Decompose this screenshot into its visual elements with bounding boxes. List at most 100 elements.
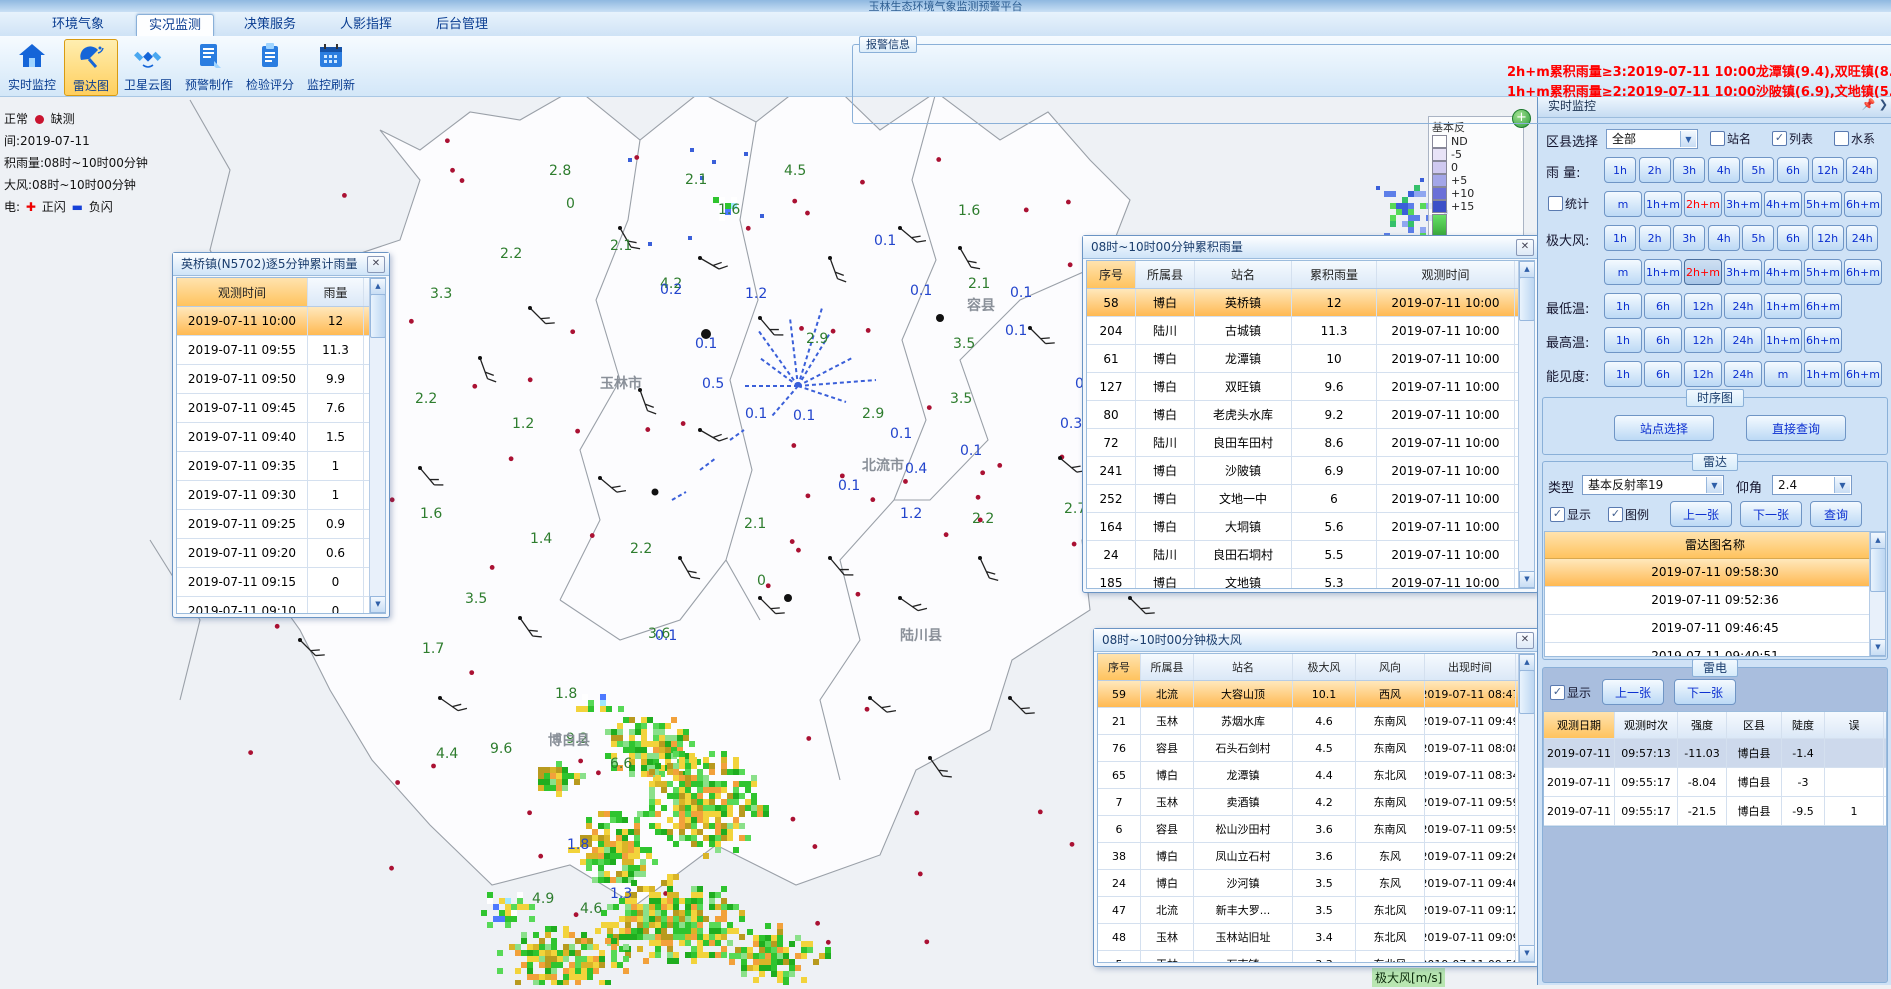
- radar-list-item[interactable]: 2019-07-11 09:40:51: [1545, 643, 1885, 657]
- sidebar-button-2h+m[interactable]: 2h+m: [1684, 259, 1722, 285]
- close-icon[interactable]: ✕: [1516, 632, 1534, 649]
- scroll-down-icon[interactable]: ▼: [1519, 571, 1535, 588]
- table-row[interactable]: 47北流新丰大罗...3.5东北风2019-07-11 09:12: [1098, 897, 1534, 924]
- toolbar-button-预警制作[interactable]: 预警制作: [180, 39, 238, 94]
- checkbox-站名[interactable]: [1710, 131, 1725, 146]
- sidebar-button-12h[interactable]: 12h: [1684, 361, 1722, 387]
- sidebar-button-6h+m[interactable]: 6h+m: [1844, 191, 1882, 217]
- table-scrollbar[interactable]: ▲▼: [369, 278, 385, 613]
- scroll-down-icon[interactable]: ▼: [370, 596, 386, 613]
- sidebar-button-24h[interactable]: 24h: [1846, 157, 1878, 183]
- table-row[interactable]: 38博白凤山立石村3.6东风2019-07-11 09:26: [1098, 843, 1534, 870]
- close-icon[interactable]: ✕: [367, 256, 385, 273]
- sidebar-button-6h+m[interactable]: 6h+m: [1804, 293, 1842, 319]
- toolbar-button-雷达图[interactable]: 雷达图: [64, 39, 118, 96]
- table-scrollbar[interactable]: ▲▼: [1518, 654, 1534, 962]
- scroll-thumb[interactable]: [1870, 548, 1886, 592]
- sidebar-button-1h[interactable]: 1h: [1604, 157, 1636, 183]
- radar-elevation-select[interactable]: 2.4▼: [1772, 475, 1852, 495]
- table-row[interactable]: 65博白龙潭镇4.4东北风2019-07-11 08:34: [1098, 762, 1534, 789]
- table-row[interactable]: 72陆川良田车田村8.62019-07-11 10:00: [1087, 429, 1534, 457]
- table-row[interactable]: 252博白文地一中62019-07-11 10:00: [1087, 485, 1534, 513]
- sidebar-button-2h[interactable]: 2h: [1639, 225, 1671, 251]
- sidebar-button-3h+m[interactable]: 3h+m: [1724, 259, 1762, 285]
- table-row[interactable]: 6容县松山沙田村3.6东南风2019-07-11 09:59: [1098, 816, 1534, 843]
- table-row[interactable]: 127博白双旺镇9.62019-07-11 10:00: [1087, 373, 1534, 401]
- sidebar-button-12h[interactable]: 12h: [1812, 225, 1844, 251]
- sidebar-button-12h[interactable]: 12h: [1684, 293, 1722, 319]
- table-row[interactable]: 241博白沙陂镇6.92019-07-11 10:00: [1087, 457, 1534, 485]
- sidebar-button-1h+m[interactable]: 1h+m: [1644, 259, 1682, 285]
- toolbar-button-卫星云图[interactable]: 卫星云图: [119, 39, 177, 94]
- scroll-thumb[interactable]: [1519, 277, 1535, 321]
- checkbox-列表[interactable]: ✓: [1772, 131, 1787, 146]
- chevron-down-icon[interactable]: ▼: [1834, 477, 1850, 493]
- scroll-up-icon[interactable]: ▲: [370, 278, 386, 295]
- lightning-next-button[interactable]: 下一张: [1674, 679, 1736, 705]
- checkbox-show-legend[interactable]: ✓: [1608, 507, 1623, 522]
- sidebar-button-m[interactable]: m: [1604, 259, 1642, 285]
- district-select[interactable]: 全部▼: [1606, 129, 1698, 149]
- table-row[interactable]: 2019-07-11 09:509.9: [177, 365, 385, 394]
- scroll-thumb[interactable]: [370, 294, 386, 338]
- scroll-up-icon[interactable]: ▲: [1519, 654, 1535, 671]
- sidebar-button-1h[interactable]: 1h: [1604, 293, 1642, 319]
- sidebar-button-5h+m[interactable]: 5h+m: [1804, 191, 1842, 217]
- table-row[interactable]: 58博白英桥镇122019-07-11 10:00: [1087, 289, 1534, 317]
- lightning-row[interactable]: 2019-07-1109:55:17-21.5博白县-9.51: [1544, 797, 1886, 826]
- toolbar-button-检验评分[interactable]: 检验评分: [241, 39, 299, 94]
- sidebar-button-12h[interactable]: 12h: [1684, 327, 1722, 353]
- table-row[interactable]: 61博白龙潭镇102019-07-11 10:00: [1087, 345, 1534, 373]
- sidebar-button-6h+m[interactable]: 6h+m: [1844, 361, 1882, 387]
- table-row[interactable]: 2019-07-11 09:200.6: [177, 539, 385, 568]
- sidebar-button-4h[interactable]: 4h: [1708, 225, 1740, 251]
- sidebar-button-6h[interactable]: 6h: [1777, 157, 1809, 183]
- sidebar-button-6h[interactable]: 6h: [1777, 225, 1809, 251]
- sidebar-button-24h[interactable]: 24h: [1724, 361, 1762, 387]
- sidebar-button-24h[interactable]: 24h: [1724, 327, 1762, 353]
- sidebar-button-6h[interactable]: 6h: [1644, 293, 1682, 319]
- sidebar-button-3h[interactable]: 3h: [1673, 225, 1705, 251]
- sidebar-button-5h+m[interactable]: 5h+m: [1804, 259, 1842, 285]
- table-row[interactable]: 2019-07-11 09:250.9: [177, 510, 385, 539]
- checkbox-show-lightning[interactable]: ✓: [1550, 685, 1565, 700]
- sidebar-button-3h[interactable]: 3h: [1673, 157, 1705, 183]
- lightning-prev-button[interactable]: 上一张: [1602, 679, 1664, 705]
- chevron-down-icon[interactable]: ▼: [1680, 131, 1696, 147]
- table-row[interactable]: 185博白文地镇5.32019-07-11 10:00: [1087, 569, 1534, 589]
- table-row[interactable]: 24博白沙河镇3.5东风2019-07-11 09:46: [1098, 870, 1534, 897]
- scroll-down-icon[interactable]: ▼: [1519, 945, 1535, 962]
- lightning-row[interactable]: 2019-07-1109:57:13-11.03博白县-1.4: [1544, 739, 1886, 768]
- table-row[interactable]: 2019-07-11 09:150: [177, 568, 385, 597]
- sidebar-button-1h+m[interactable]: 1h+m: [1644, 191, 1682, 217]
- sidebar-button-12h[interactable]: 12h: [1812, 157, 1844, 183]
- sidebar-button-6h[interactable]: 6h: [1644, 327, 1682, 353]
- radar-type-select[interactable]: 基本反射率19▼: [1582, 475, 1724, 495]
- radar-list-scrollbar[interactable]: ▲▼: [1869, 532, 1885, 656]
- table-row[interactable]: 76容县石头石剑村4.5东南风2019-07-11 08:08: [1098, 735, 1534, 762]
- sidebar-button-1h+m[interactable]: 1h+m: [1804, 361, 1842, 387]
- table-row[interactable]: 24陆川良田石垌村5.52019-07-11 10:00: [1087, 541, 1534, 569]
- table-row[interactable]: 2019-07-11 10:0012: [177, 307, 385, 336]
- table-row[interactable]: 2019-07-11 09:401.5: [177, 423, 385, 452]
- menu-tab-后台管理[interactable]: 后台管理: [424, 14, 500, 35]
- radar-prev-button[interactable]: 上一张: [1670, 501, 1732, 527]
- table-row[interactable]: 2019-07-11 09:301: [177, 481, 385, 510]
- table-scrollbar[interactable]: ▲▼: [1518, 261, 1534, 588]
- table-row[interactable]: 204陆川古城镇11.32019-07-11 10:00: [1087, 317, 1534, 345]
- table-row[interactable]: 59北流大容山顶10.1西风2019-07-11 08:47: [1098, 681, 1534, 708]
- sidebar-button-1h[interactable]: 1h: [1604, 327, 1642, 353]
- table-row[interactable]: 2019-07-11 09:457.6: [177, 394, 385, 423]
- table-row[interactable]: 164博白大垌镇5.62019-07-11 10:00: [1087, 513, 1534, 541]
- table-row[interactable]: 21玉林苏烟水库4.6东南风2019-07-11 09:49: [1098, 708, 1534, 735]
- chevron-down-icon[interactable]: ▼: [1706, 477, 1722, 493]
- menu-tab-决策服务[interactable]: 决策服务: [232, 14, 308, 35]
- scroll-up-icon[interactable]: ▲: [1870, 532, 1886, 549]
- scroll-up-icon[interactable]: ▲: [1519, 261, 1535, 278]
- sidebar-button-1h+m[interactable]: 1h+m: [1764, 293, 1802, 319]
- sidebar-button-4h[interactable]: 4h: [1708, 157, 1740, 183]
- sidebar-button-5h[interactable]: 5h: [1742, 225, 1774, 251]
- menu-tab-人影指挥[interactable]: 人影指挥: [328, 14, 404, 35]
- scroll-thumb[interactable]: [1519, 670, 1535, 714]
- table-row[interactable]: 2019-07-11 09:5511.3: [177, 336, 385, 365]
